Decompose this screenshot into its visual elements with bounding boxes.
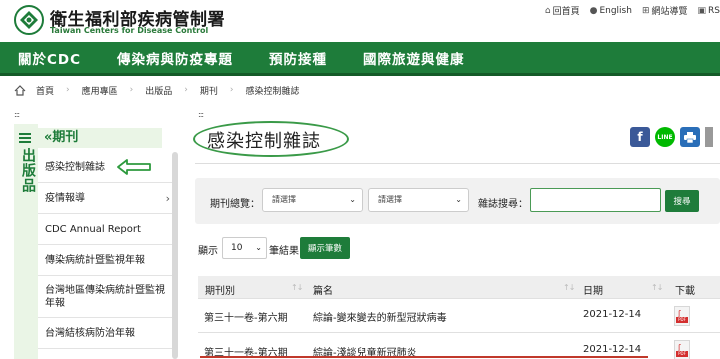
line-icon[interactable]: LINE bbox=[655, 127, 675, 147]
sidebar-item-label: CDC Annual Report bbox=[45, 223, 141, 235]
table-cell-date: 2021-12-14 bbox=[583, 344, 642, 355]
search-label: 雜誌搜尋： bbox=[478, 199, 528, 210]
more-share-icon[interactable] bbox=[705, 127, 713, 147]
breadcrumb-current: 感染控制雜誌 bbox=[245, 86, 300, 97]
chevron-down-icon: ⌄ bbox=[349, 195, 356, 204]
site-header: 衛生福利部疾病管制署 Taiwan Centers for Disease Co… bbox=[0, 0, 720, 42]
top-link-english[interactable]: ● English bbox=[590, 4, 632, 17]
sidebar-item-statistics-yearbook[interactable]: 傳染病統計暨監視年報 bbox=[38, 245, 178, 276]
page-title: 感染控制雜誌 bbox=[207, 131, 321, 152]
top-link-label: English bbox=[599, 5, 632, 16]
sidebar-item-label: 疫情報導 bbox=[45, 192, 85, 204]
table-row-divider bbox=[198, 332, 720, 333]
print-icon[interactable] bbox=[680, 127, 700, 147]
period-select-2[interactable]: 請選擇 ⌄ bbox=[368, 188, 469, 212]
sidebar-header[interactable]: «期刊 bbox=[38, 128, 162, 148]
breadcrumb-publications[interactable]: 出版品 bbox=[145, 84, 172, 97]
sidebar-item-label: 傳染病統計暨監視年報 bbox=[45, 254, 145, 266]
column-header-date[interactable]: 日期 bbox=[583, 282, 603, 297]
sidebar: 出版品 «期刊 感染控制雜誌 疫情報導 › CDC Annual Report 傳… bbox=[14, 124, 178, 359]
select-value: 10 bbox=[231, 243, 243, 253]
sort-icon[interactable]: ↑↓ bbox=[651, 283, 663, 292]
chevron-right-icon: › bbox=[165, 191, 170, 205]
chevron-right-icon: › bbox=[129, 85, 134, 95]
facebook-icon[interactable]: f bbox=[630, 127, 650, 147]
sidebar-item-annual-report[interactable]: CDC Annual Report bbox=[38, 214, 178, 245]
accesskey-icon[interactable]: ::: bbox=[14, 111, 20, 119]
sidebar-item-taiwan-statistics[interactable]: 台灣地區傳染病統計暨監視年報 bbox=[38, 276, 178, 318]
sort-icon[interactable]: ↑↓ bbox=[291, 283, 303, 292]
show-count-button[interactable]: 顯示筆數 bbox=[300, 237, 350, 259]
nav-item-vaccination[interactable]: 預防接種 bbox=[251, 48, 345, 68]
accesskey-icon[interactable]: ::: bbox=[198, 111, 204, 119]
table-header bbox=[198, 276, 720, 298]
sort-icon[interactable]: ↑↓ bbox=[563, 283, 575, 292]
top-link-home[interactable]: ⌂ 回首頁 bbox=[544, 4, 580, 18]
period-label: 期刊總覽： bbox=[210, 199, 260, 210]
period-select-1[interactable]: 請選擇 ⌄ bbox=[262, 188, 363, 212]
cdc-logo-icon[interactable] bbox=[14, 5, 44, 35]
sidebar-item-label: 感染控制雜誌 bbox=[45, 161, 105, 173]
search-input[interactable] bbox=[530, 188, 661, 212]
menu-icon[interactable] bbox=[19, 133, 31, 143]
top-link-label: RS bbox=[708, 5, 720, 16]
chevron-right-icon: › bbox=[229, 85, 234, 95]
breadcrumb: 首頁 › 應用專區 › 出版品 › 期刊 › 感染控制雜誌 bbox=[14, 82, 300, 98]
table-cell-date: 2021-12-14 bbox=[583, 309, 642, 320]
select-value: 請選擇 bbox=[378, 195, 402, 204]
rss-icon: ▣ bbox=[697, 5, 707, 16]
sidebar-list: 感染控制雜誌 疫情報導 › CDC Annual Report 傳染病統計暨監視年… bbox=[38, 152, 178, 349]
top-link-label: 回首頁 bbox=[552, 7, 580, 17]
sidebar-section-label: 出版品 bbox=[20, 148, 36, 193]
nav-item-diseases[interactable]: 傳染病與防疫專題 bbox=[99, 48, 251, 68]
top-links: ⌂ 回首頁 ● English ⊞ 網站導覽 ▣ RS bbox=[544, 4, 720, 18]
table-cell-issue: 第三十一卷-第六期 bbox=[204, 313, 288, 324]
column-header-issue[interactable]: 期刊別 bbox=[205, 282, 235, 297]
sitemap-icon: ⊞ bbox=[641, 5, 650, 16]
table-cell-title-link[interactable]: 綜論-變來變去的新型冠狀病毒 bbox=[313, 309, 447, 324]
sidebar-scrollbar[interactable] bbox=[172, 152, 178, 359]
title-divider bbox=[195, 163, 720, 164]
page-size-select[interactable]: 10 ⌄ bbox=[222, 237, 267, 259]
globe-icon: ● bbox=[589, 5, 598, 16]
select-value: 請選擇 bbox=[272, 195, 296, 204]
sidebar-item-label: 台灣結核病防治年報 bbox=[45, 327, 135, 339]
row-highlight-underline bbox=[200, 356, 648, 358]
sidebar-item-epidemic-report[interactable]: 疫情報導 › bbox=[38, 183, 178, 214]
table-row-divider bbox=[198, 298, 720, 299]
top-link-rss[interactable]: ▣ RS bbox=[698, 4, 720, 17]
pdf-download-icon[interactable]: ʃ PDF bbox=[674, 340, 690, 359]
top-link-sitemap[interactable]: ⊞ 網站導覽 bbox=[641, 4, 688, 18]
search-button[interactable]: 搜尋 bbox=[665, 190, 699, 212]
pdf-tag: PDF bbox=[676, 351, 688, 357]
chevron-right-icon: › bbox=[66, 85, 70, 95]
breadcrumb-journals[interactable]: 期刊 bbox=[200, 84, 218, 97]
top-link-label: 網站導覽 bbox=[651, 7, 688, 17]
breadcrumb-apps[interactable]: 應用專區 bbox=[82, 84, 118, 97]
breadcrumb-home[interactable]: 首頁 bbox=[36, 84, 54, 97]
home-icon[interactable] bbox=[14, 84, 26, 96]
sidebar-item-tb-report[interactable]: 台灣結核病防治年報 bbox=[38, 318, 178, 349]
nav-item-travel[interactable]: 國際旅遊與健康 bbox=[345, 48, 483, 68]
sidebar-item-label: 台灣地區傳染病統計暨監視年報 bbox=[45, 284, 165, 309]
chevron-down-icon: ⌄ bbox=[255, 243, 262, 252]
sidebar-item-infection-control[interactable]: 感染控制雜誌 bbox=[38, 152, 178, 183]
chevron-down-icon: ⌄ bbox=[455, 195, 462, 204]
nav-item-about[interactable]: 關於CDC bbox=[0, 48, 99, 68]
column-header-download: 下載 bbox=[675, 286, 695, 297]
org-name-en[interactable]: Taiwan Centers for Disease Control bbox=[50, 26, 208, 35]
chevron-right-icon: › bbox=[184, 85, 188, 95]
share-buttons: f LINE bbox=[630, 127, 713, 147]
main-nav: 關於CDC 傳染病與防疫專題 預防接種 國際旅遊與健康 bbox=[0, 42, 720, 76]
show-prefix-label: 顯示 bbox=[198, 246, 218, 257]
home-icon: ⌂ bbox=[544, 5, 551, 16]
pdf-download-icon[interactable]: ʃ PDF bbox=[674, 306, 690, 326]
column-header-title[interactable]: 篇名 bbox=[313, 282, 333, 297]
show-suffix-label: 筆結果 bbox=[269, 246, 299, 257]
pdf-tag: PDF bbox=[676, 317, 688, 323]
arrow-left-icon bbox=[117, 159, 151, 175]
